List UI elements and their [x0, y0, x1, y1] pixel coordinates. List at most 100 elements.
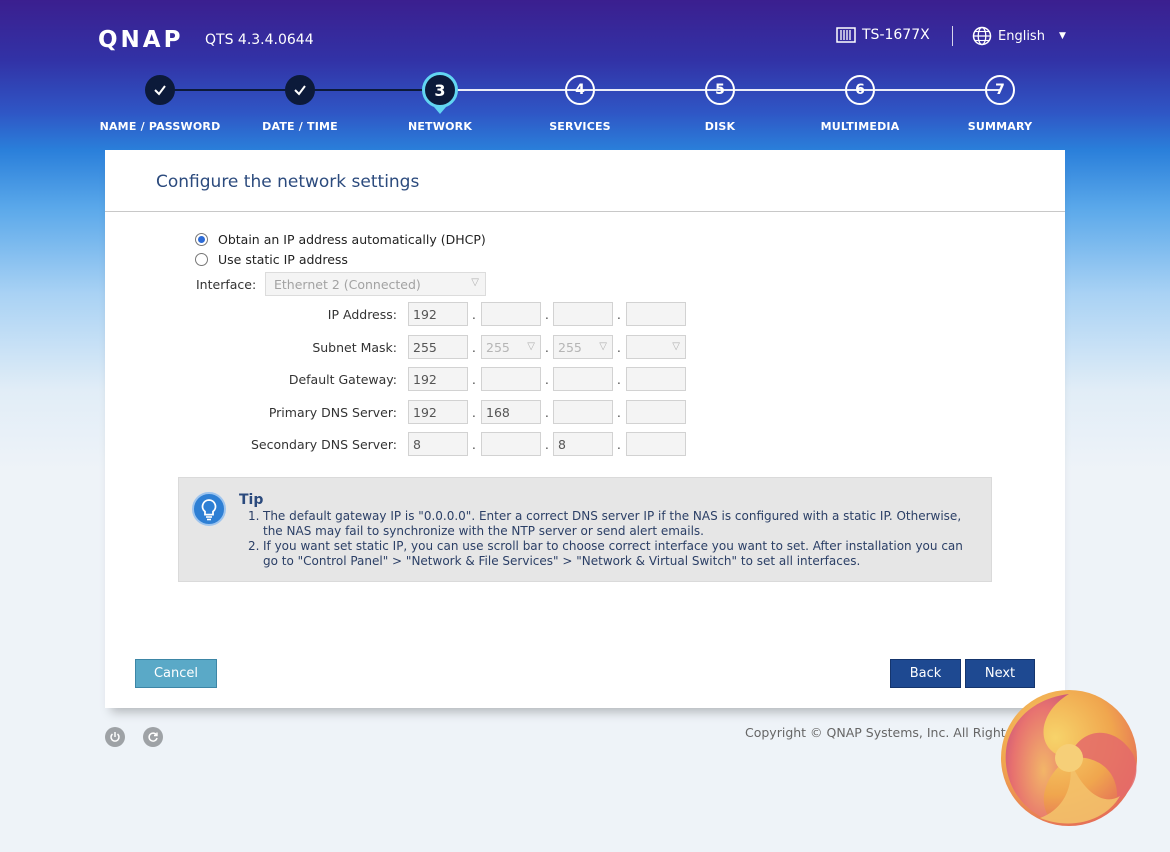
tip-item-number: 2. — [248, 539, 260, 553]
gateway-octet-4[interactable] — [626, 367, 686, 391]
step-4-indicator: 4 — [565, 75, 595, 105]
step-4-label: SERVICES — [549, 120, 611, 133]
secondary-dns-label: Secondary DNS Server: — [250, 437, 397, 452]
dhcp-label: Obtain an IP address automatically (DHCP… — [218, 232, 486, 247]
power-icon[interactable] — [105, 727, 125, 747]
subnet-octet-1[interactable]: 255 — [408, 335, 468, 359]
tip-title: Tip — [239, 492, 264, 508]
primary-dns-octet-3[interactable] — [553, 400, 613, 424]
primary-dns-label: Primary DNS Server: — [268, 405, 397, 420]
octet-separator: . — [472, 438, 476, 452]
subnet-octet-2-select[interactable]: 255 ▽ — [481, 335, 541, 359]
octet-separator: . — [617, 308, 621, 322]
octet-separator: . — [472, 406, 476, 420]
subnet-octet-3: 255 — [558, 340, 582, 355]
step-3-indicator: 3 — [422, 72, 458, 114]
step-6-label: MULTIMEDIA — [820, 120, 900, 133]
ip-octet-2[interactable] — [481, 302, 541, 326]
device-model: TS-1677X — [836, 27, 930, 43]
secondary-dns-octet-2[interactable] — [481, 432, 541, 456]
wizard-card: Configure the network settings Obtain an… — [105, 150, 1065, 708]
default-gateway-label: Default Gateway: — [288, 372, 397, 387]
step-1-indicator — [145, 75, 175, 105]
dhcp-radio[interactable] — [195, 233, 208, 246]
title-divider — [105, 211, 1065, 212]
tip-item-text: The default gateway IP is "0.0.0.0". Ent… — [263, 509, 962, 538]
ip-octet-4[interactable] — [626, 302, 686, 326]
octet-separator: . — [545, 406, 549, 420]
restart-icon[interactable] — [143, 727, 163, 747]
tip-item: 2. If you want set static IP, you can us… — [248, 539, 978, 569]
check-icon — [154, 85, 166, 96]
qnap-logo: QNAP — [98, 27, 184, 53]
secondary-dns-octet-4[interactable] — [626, 432, 686, 456]
ip-address-label: IP Address: — [327, 307, 397, 322]
octet-separator: . — [545, 373, 549, 387]
interface-select[interactable]: Ethernet 2 (Connected) ▽ — [265, 272, 486, 296]
gateway-octet-1[interactable]: 192 — [408, 367, 468, 391]
step-7-label: SUMMARY — [967, 120, 1033, 133]
octet-separator: . — [617, 341, 621, 355]
static-ip-option[interactable]: Use static IP address — [195, 252, 348, 267]
globe-icon — [972, 26, 992, 46]
step-2-label: DATE / TIME — [262, 120, 338, 133]
subnet-octet-2: 255 — [486, 340, 510, 355]
tip-item: 1. The default gateway IP is "0.0.0.0". … — [248, 509, 978, 539]
gateway-octet-3[interactable] — [553, 367, 613, 391]
lightbulb-icon — [192, 492, 226, 526]
step-3-label: NETWORK — [407, 120, 473, 133]
cancel-button[interactable]: Cancel — [135, 659, 217, 688]
chevron-down-icon: ▼ — [1058, 31, 1066, 41]
step-2-indicator — [285, 75, 315, 105]
tip-item-number: 1. — [248, 509, 260, 523]
secondary-dns-octet-1[interactable]: 8 — [408, 432, 468, 456]
step-1-label: NAME / PASSWORD — [99, 120, 221, 133]
step-5-indicator: 5 — [705, 75, 735, 105]
back-button[interactable]: Back — [890, 659, 961, 688]
firmware-version: QTS 4.3.4.0644 — [205, 32, 314, 48]
ip-octet-1[interactable]: 192 — [408, 302, 468, 326]
step-6-indicator: 6 — [845, 75, 875, 105]
nas-device-icon — [836, 27, 856, 43]
tip-list: 1. The default gateway IP is "0.0.0.0". … — [248, 509, 978, 569]
tip-box: Tip 1. The default gateway IP is "0.0.0.… — [178, 477, 992, 582]
header-divider — [952, 26, 953, 46]
octet-separator: . — [545, 308, 549, 322]
octet-separator: . — [545, 438, 549, 452]
chevron-down-icon: ▽ — [471, 277, 479, 288]
page-title: Configure the network settings — [156, 172, 420, 192]
language-selector[interactable]: English ▼ — [972, 26, 1066, 46]
octet-separator: . — [472, 341, 476, 355]
octet-separator: . — [472, 308, 476, 322]
interface-value: Ethernet 2 (Connected) — [274, 277, 421, 292]
static-ip-radio[interactable] — [195, 253, 208, 266]
watermark-logo — [1001, 690, 1137, 826]
chevron-down-icon: ▽ — [599, 341, 607, 352]
chevron-down-icon: ▽ — [672, 341, 680, 352]
gateway-octet-2[interactable] — [481, 367, 541, 391]
step-7-indicator: 7 — [985, 75, 1015, 105]
dhcp-option[interactable]: Obtain an IP address automatically (DHCP… — [195, 232, 486, 247]
check-icon — [294, 85, 306, 96]
secondary-dns-octet-3[interactable]: 8 — [553, 432, 613, 456]
octet-separator: . — [617, 438, 621, 452]
primary-dns-octet-4[interactable] — [626, 400, 686, 424]
subnet-octet-3-select[interactable]: 255 ▽ — [553, 335, 613, 359]
ip-octet-3[interactable] — [553, 302, 613, 326]
primary-dns-octet-1[interactable]: 192 — [408, 400, 468, 424]
step-5-label: DISK — [704, 120, 736, 133]
primary-dns-octet-2[interactable]: 168 — [481, 400, 541, 424]
subnet-mask-label: Subnet Mask: — [312, 340, 397, 355]
octet-separator: . — [617, 406, 621, 420]
octet-separator: . — [472, 373, 476, 387]
model-name: TS-1677X — [862, 27, 930, 43]
octet-separator: . — [617, 373, 621, 387]
interface-label: Interface: — [196, 277, 257, 292]
static-ip-label: Use static IP address — [218, 252, 348, 267]
subnet-octet-4-select[interactable]: ▽ — [626, 335, 686, 359]
octet-separator: . — [545, 341, 549, 355]
wizard-steps: 3 4 5 6 7 NAME / PASSWORD DATE / TIME NE… — [0, 70, 1170, 140]
language-label: English — [998, 28, 1045, 44]
tip-item-text: If you want set static IP, you can use s… — [263, 539, 963, 568]
chevron-down-icon: ▽ — [527, 341, 535, 352]
